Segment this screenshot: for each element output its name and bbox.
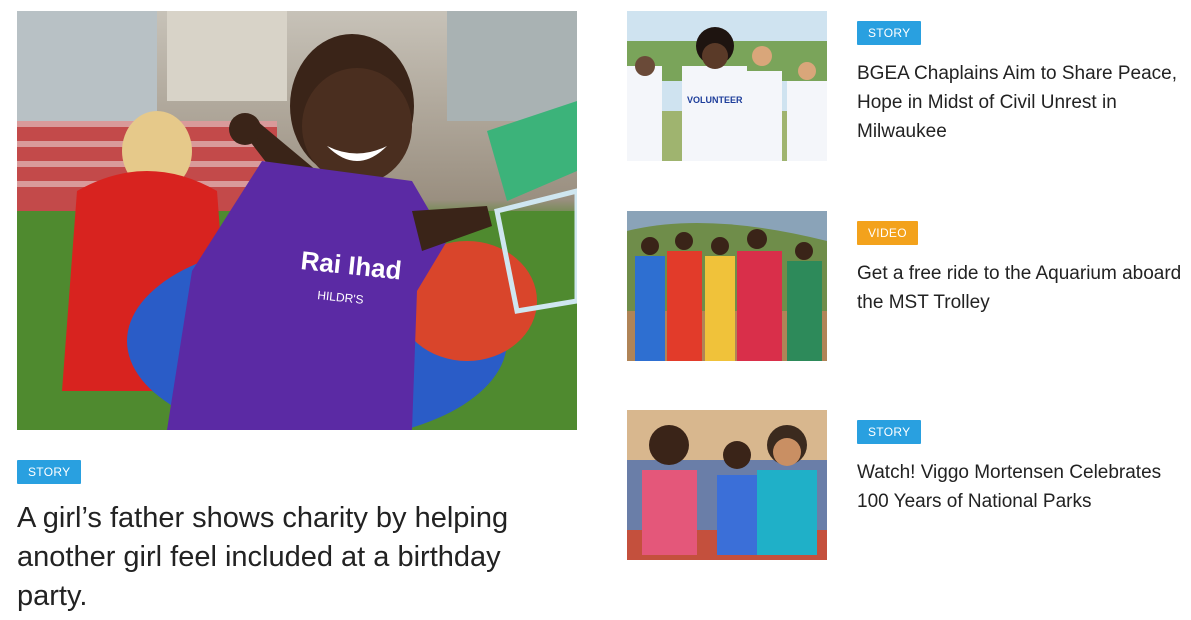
article-item: VOLUNTEER STORY BGEA Chaplains Aim to Sh… [627,11,1187,161]
category-tag[interactable]: STORY [17,460,82,484]
category-tag[interactable]: STORY [857,420,922,444]
article-headline[interactable]: BGEA Chaplains Aim to Share Peace, Hope … [857,59,1187,146]
news-grid: Rai Ihad HILDR'S STORY A girl’s father s… [0,0,1191,620]
featured-image[interactable]: Rai Ihad HILDR'S [17,11,577,430]
featured-article: Rai Ihad HILDR'S STORY A girl’s father s… [17,11,577,612]
shirt-print: VOLUNTEER [687,95,743,105]
volunteers-photo: VOLUNTEER [627,11,827,161]
article-headline[interactable]: Watch! Viggo Mortensen Celebrates 100 Ye… [857,458,1187,516]
featured-photo: Rai Ihad HILDR'S [17,11,577,430]
article-headline[interactable]: Get a free ride to the Aquarium aboard t… [857,259,1187,317]
children-photo [627,410,827,560]
article-thumbnail[interactable]: VOLUNTEER [627,11,827,161]
article-thumbnail[interactable] [627,410,827,560]
article-thumbnail[interactable] [627,211,827,361]
category-tag[interactable]: STORY [857,21,922,45]
category-tag[interactable]: VIDEO [857,221,918,245]
group-photo [627,211,827,361]
article-item: VIDEO Get a free ride to the Aquarium ab… [627,211,1187,361]
article-item: STORY Watch! Viggo Mortensen Celebrates … [627,410,1187,560]
featured-headline[interactable]: A girl’s father shows charity by helping… [17,499,577,616]
